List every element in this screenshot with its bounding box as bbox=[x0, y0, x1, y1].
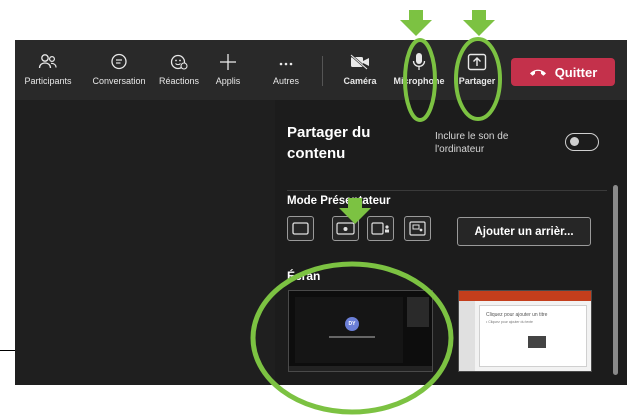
thumb-side-pane bbox=[407, 297, 429, 327]
arrow-share bbox=[463, 10, 495, 36]
standout-icon bbox=[336, 222, 355, 235]
participants-label: Participants bbox=[24, 76, 72, 86]
camera-label: Caméra bbox=[343, 76, 377, 86]
reactions-label: Réactions bbox=[158, 76, 200, 86]
meeting-stage-area bbox=[15, 100, 275, 385]
arrow-microphone bbox=[400, 10, 432, 36]
thumb-slide-title: Cliquez pour ajouter un titre bbox=[486, 312, 548, 318]
thumb-slide-text: • Cliquez pour ajouter du texte bbox=[486, 320, 533, 324]
plus-icon bbox=[217, 52, 239, 72]
toggle-knob bbox=[570, 137, 579, 146]
presenter-mode-content-only[interactable] bbox=[287, 216, 314, 241]
panel-divider bbox=[287, 190, 607, 191]
include-sound-toggle[interactable] bbox=[565, 133, 599, 151]
thumb-ribbon bbox=[459, 291, 591, 301]
toolbar-separator bbox=[322, 56, 323, 86]
thumb-slide-image bbox=[528, 336, 546, 348]
chat-icon bbox=[108, 52, 130, 72]
share-button[interactable]: Partager bbox=[452, 52, 502, 86]
camera-button[interactable]: Caméra bbox=[340, 52, 380, 86]
meeting-toolbar: Participants Conversation Réactions Appl… bbox=[15, 40, 627, 100]
hang-up-icon bbox=[529, 65, 547, 80]
reaction-icon bbox=[168, 52, 190, 72]
content-only-icon bbox=[292, 222, 309, 235]
microphone-label: Microphone bbox=[393, 76, 445, 86]
more-icon bbox=[275, 52, 297, 72]
share-label: Partager bbox=[458, 76, 496, 86]
thumb-taskbar bbox=[289, 366, 432, 371]
more-label: Autres bbox=[272, 76, 299, 86]
screen-section-label: Écran bbox=[287, 269, 321, 283]
people-icon bbox=[37, 52, 59, 72]
screenshot-stage: Participants Conversation Réactions Appl… bbox=[0, 0, 627, 419]
screen-thumbnail-2[interactable]: Cliquez pour ajouter un titre • Cliquez … bbox=[458, 290, 592, 372]
add-background-button[interactable]: Ajouter un arrièr... bbox=[457, 217, 591, 246]
reactions-button[interactable]: Réactions bbox=[153, 52, 205, 86]
presenter-mode-standout[interactable] bbox=[332, 216, 359, 241]
reporter-icon bbox=[409, 221, 426, 236]
thumb-avatar: DY bbox=[345, 317, 359, 331]
include-sound-label: Inclure le son de l'ordinateur bbox=[435, 131, 509, 155]
thumb-caption bbox=[329, 336, 375, 338]
participants-button[interactable]: Participants bbox=[23, 52, 73, 86]
microphone-icon bbox=[408, 52, 430, 72]
screen-thumbnail-1[interactable]: DY bbox=[288, 290, 433, 372]
share-icon bbox=[466, 52, 488, 72]
more-button[interactable]: Autres bbox=[268, 52, 304, 86]
side-by-side-icon bbox=[371, 222, 389, 235]
presenter-mode-label: Mode Présentateur bbox=[287, 195, 391, 207]
conversation-button[interactable]: Conversation bbox=[86, 52, 152, 86]
teams-meeting-window: Participants Conversation Réactions Appl… bbox=[15, 40, 627, 385]
panel-scrollbar[interactable] bbox=[613, 185, 618, 375]
panel-title: Partager du contenu bbox=[287, 124, 371, 162]
share-content-panel: Partager du contenu Inclure le son de l'… bbox=[275, 100, 627, 385]
quit-label: Quitter bbox=[554, 64, 598, 80]
thumb-slide-list bbox=[459, 301, 475, 371]
presenter-mode-side-by-side[interactable] bbox=[367, 216, 394, 241]
quit-button[interactable]: Quitter bbox=[511, 58, 615, 86]
camera-off-icon bbox=[349, 52, 371, 72]
microphone-button[interactable]: Microphone bbox=[391, 52, 447, 86]
apps-label: Applis bbox=[215, 76, 241, 86]
thumb-slide: Cliquez pour ajouter un titre • Cliquez … bbox=[479, 305, 587, 367]
presenter-mode-reporter[interactable] bbox=[404, 216, 431, 241]
apps-button[interactable]: Applis bbox=[210, 52, 246, 86]
conversation-label: Conversation bbox=[92, 76, 146, 86]
